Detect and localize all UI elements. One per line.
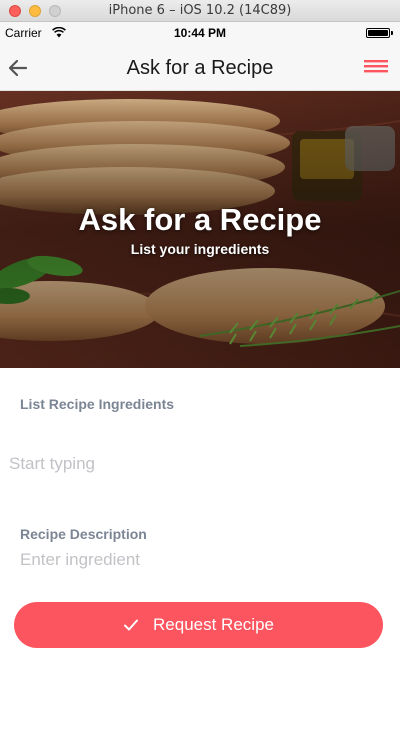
simulator-window-title: iPhone 6 – iOS 10.2 (14C89)	[108, 3, 292, 18]
simulator-title-bar: iPhone 6 – iOS 10.2 (14C89)	[0, 0, 400, 22]
hero-title: Ask for a Recipe	[78, 202, 322, 237]
status-time: 10:44 PM	[173, 26, 227, 40]
hamburger-menu-icon[interactable]	[362, 56, 390, 80]
description-label: Recipe Description	[20, 526, 147, 542]
check-icon	[124, 619, 139, 631]
hero-subtitle: List your ingredients	[130, 241, 270, 257]
ingredients-label: List Recipe Ingredients	[20, 396, 175, 412]
status-bar: Carrier 10:44 PM	[0, 22, 400, 44]
battery-icon	[366, 28, 393, 38]
description-input[interactable]	[20, 548, 380, 572]
ingredients-input[interactable]	[9, 452, 379, 476]
navigation-bar: Ask for a Recipe	[0, 44, 400, 91]
battery-level-fill	[368, 30, 388, 36]
hero-banner: Ask for a Recipe List your ingredients	[0, 91, 400, 368]
request-recipe-button[interactable]: Request Recipe	[14, 602, 383, 648]
request-recipe-label: Request Recipe	[153, 615, 274, 634]
nav-title: Ask for a Recipe	[126, 57, 274, 79]
